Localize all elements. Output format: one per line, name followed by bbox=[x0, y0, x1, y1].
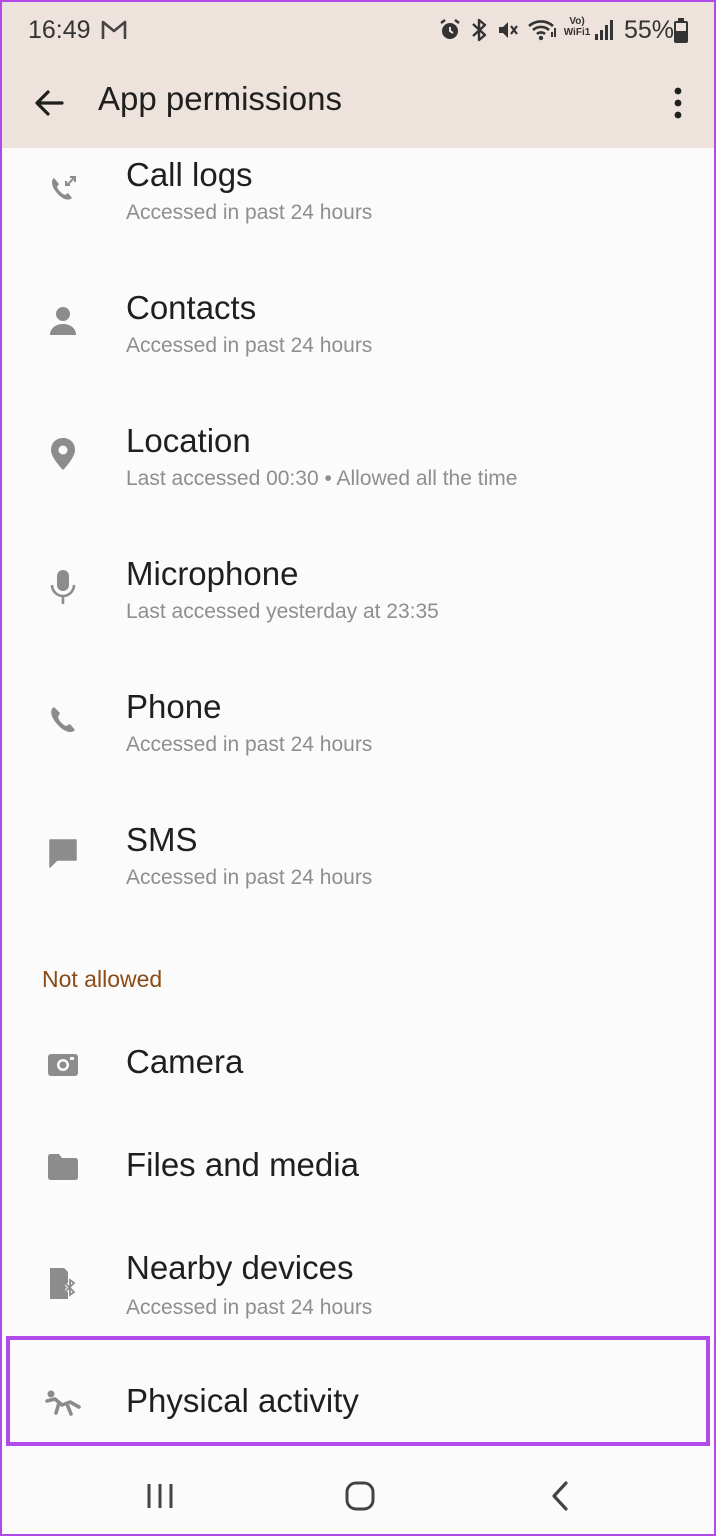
back-nav-button[interactable] bbox=[540, 1474, 580, 1518]
recents-button[interactable] bbox=[140, 1476, 180, 1516]
location-pin-icon bbox=[44, 435, 82, 473]
item-subtitle: Accessed in past 24 hours bbox=[126, 866, 373, 889]
section-header-not-allowed: Not allowed bbox=[42, 966, 163, 992]
home-icon bbox=[345, 1481, 375, 1511]
vowifi-label-bottom: WiFi1 bbox=[563, 27, 591, 38]
permission-item-nearby-devices[interactable]: Nearby devices Accessed in past 24 hours bbox=[0, 1219, 716, 1336]
message-icon bbox=[44, 834, 82, 872]
more-options-button[interactable] bbox=[660, 80, 696, 126]
camera-icon bbox=[44, 1045, 82, 1083]
item-title: Phone bbox=[126, 688, 222, 725]
item-title: Contacts bbox=[126, 289, 257, 326]
item-title: Call logs bbox=[126, 156, 253, 193]
status-bar: 16:49 Vo) WiFi1 55% bbox=[0, 0, 716, 60]
item-title: Camera bbox=[126, 1043, 244, 1080]
highlight-box bbox=[6, 1336, 710, 1446]
bluetooth-icon bbox=[469, 17, 489, 48]
permission-item-phone[interactable]: Phone Accessed in past 24 hours bbox=[0, 663, 716, 796]
permission-item-camera[interactable]: Camera bbox=[0, 1013, 716, 1116]
arrow-back-icon bbox=[35, 90, 64, 116]
permission-item-call-logs[interactable]: Call logs Accessed in past 24 hours bbox=[0, 148, 716, 264]
mute-icon bbox=[496, 18, 520, 47]
item-subtitle: Accessed in past 24 hours bbox=[126, 733, 373, 756]
battery-percentage: 55% bbox=[624, 16, 675, 44]
permission-item-location[interactable]: Location Last accessed 00:30 • Allowed a… bbox=[0, 397, 716, 530]
item-title: Nearby devices bbox=[126, 1249, 354, 1286]
battery-icon bbox=[674, 18, 688, 49]
alarm-icon bbox=[438, 18, 462, 47]
item-subtitle: Accessed in past 24 hours bbox=[126, 201, 373, 224]
permission-item-contacts[interactable]: Contacts Accessed in past 24 hours bbox=[0, 264, 716, 397]
item-title: Files and media bbox=[126, 1146, 359, 1183]
wifi-icon bbox=[527, 17, 557, 48]
permission-item-sms[interactable]: SMS Accessed in past 24 hours bbox=[0, 796, 716, 929]
item-title: SMS bbox=[126, 821, 198, 858]
home-button[interactable] bbox=[338, 1474, 382, 1518]
status-time: 16:49 bbox=[28, 16, 91, 44]
gmail-icon bbox=[101, 19, 127, 46]
item-subtitle: Last accessed 00:30 • Allowed all the ti… bbox=[126, 467, 518, 490]
more-vert-icon bbox=[674, 87, 682, 119]
item-subtitle: Last accessed yesterday at 23:35 bbox=[126, 600, 439, 623]
signal-icon bbox=[594, 19, 616, 46]
nearby-devices-icon bbox=[44, 1265, 82, 1303]
back-button[interactable] bbox=[26, 80, 72, 126]
app-bar: App permissions bbox=[0, 60, 716, 148]
item-title: Location bbox=[126, 422, 251, 459]
vowifi-label-top: Vo) bbox=[569, 16, 585, 27]
folder-icon bbox=[44, 1148, 82, 1186]
permission-item-microphone[interactable]: Microphone Last accessed yesterday at 23… bbox=[0, 530, 716, 663]
call-log-icon bbox=[44, 170, 82, 208]
item-title: Microphone bbox=[126, 555, 299, 592]
page-title: App permissions bbox=[98, 80, 342, 117]
back-nav-icon bbox=[552, 1481, 568, 1511]
item-subtitle: Accessed in past 24 hours bbox=[126, 1296, 373, 1319]
person-icon bbox=[44, 302, 82, 340]
recents-icon bbox=[147, 1484, 173, 1508]
vowifi-icon: Vo) WiFi1 bbox=[562, 16, 592, 38]
permission-item-files-and-media[interactable]: Files and media bbox=[0, 1116, 716, 1219]
item-subtitle: Accessed in past 24 hours bbox=[126, 334, 373, 357]
phone-icon bbox=[44, 701, 82, 739]
navigation-bar bbox=[0, 1456, 716, 1536]
microphone-icon bbox=[44, 568, 82, 606]
